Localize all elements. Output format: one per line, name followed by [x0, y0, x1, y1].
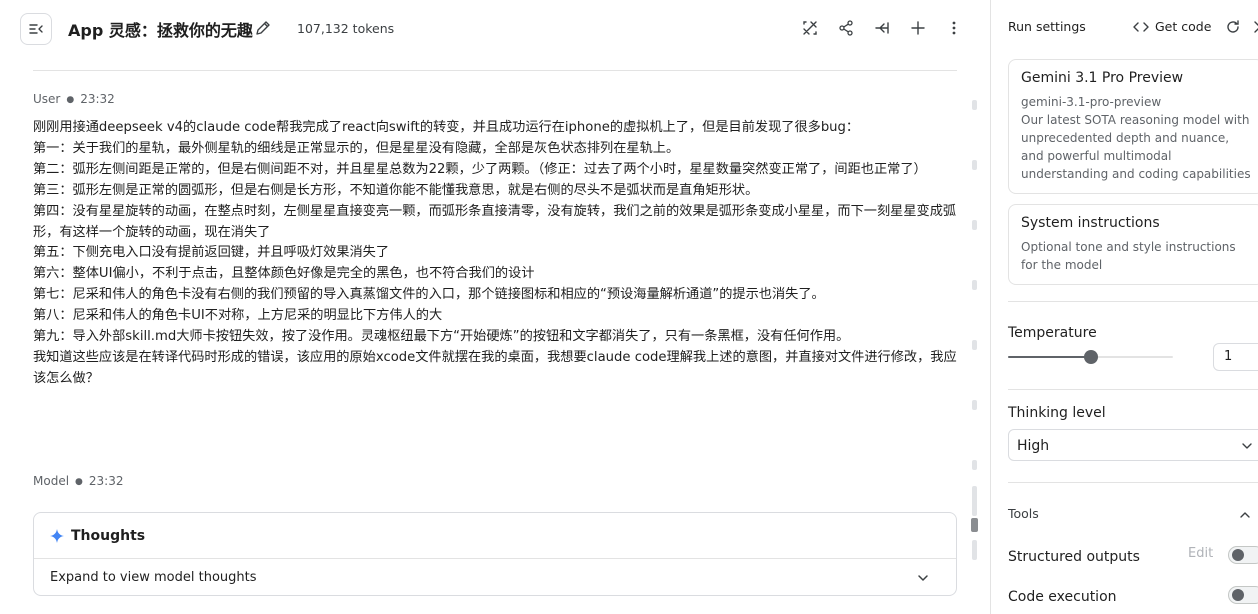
message-line: 第一：关于我们的星轨，最外侧星轨的细线是正常显示的，但是星星没有隐藏，全部是灰色… [33, 140, 680, 156]
message-line: 第六：整体UI偏小，不利于点击，且整体颜色好像是完全的黑色，也不符合我们的设计 [33, 266, 535, 282]
expand-thoughts-button[interactable]: Expand to view model thoughts [34, 559, 956, 596]
system-instructions-card[interactable]: System instructions Optional tone and st… [1008, 204, 1258, 285]
nav-marker[interactable] [972, 486, 977, 516]
model-message-meta: Model ● 23:32 [33, 474, 123, 488]
model-description: Our latest SOTA reasoning model with unp… [1021, 113, 1251, 181]
divider [1008, 389, 1258, 390]
divider [1008, 301, 1258, 302]
message-line: 第三：弧形左侧是正常的圆弧形，但是右侧是长方形，不知道你能不能懂我意思，就是右侧… [33, 182, 759, 198]
code-execution-label: Code execution [1008, 589, 1117, 605]
code-icon [1133, 21, 1149, 32]
nav-marker[interactable] [972, 100, 977, 110]
page-title: App 灵感：拯救你的无趣 [68, 21, 253, 40]
message-time: 23:32 [80, 92, 115, 106]
divider [1008, 482, 1258, 483]
token-count: 107,132 tokens [297, 21, 395, 36]
system-instructions-placeholder: Optional tone and style instructions for… [1021, 240, 1236, 272]
thinking-level-label: Thinking level [1008, 405, 1106, 421]
message-line: 我知道这些应该是在转译代码时形成的错误，该应用的原始xcode文件就摆在我的桌面… [33, 349, 957, 386]
chevron-down-icon [1242, 443, 1252, 449]
structured-outputs-toggle[interactable] [1228, 546, 1258, 564]
chat-area: User ● 23:32 刚刚用接通deepseek v4的claude code帮… [0, 60, 975, 614]
share-icon[interactable] [837, 19, 855, 37]
thinking-level-value: High [1017, 438, 1050, 454]
message-line: 第二：弧形左侧间距是正常的，但是右侧间距不对，并且星星总数为22颗，少了两颗。（… [33, 161, 927, 177]
temperature-slider-handle[interactable] [1084, 350, 1098, 364]
temperature-slider[interactable] [1008, 350, 1173, 364]
nav-current-marker[interactable] [971, 518, 978, 532]
nav-marker[interactable] [972, 540, 977, 560]
expand-thoughts-label: Expand to view model thoughts [50, 570, 257, 585]
message-line: 第七：尼采和伟人的角色卡没有右侧的我们预留的导入真蒸馏文件的入口，那个链接图标和… [33, 287, 825, 303]
edit-title-icon[interactable] [254, 19, 272, 37]
more-options-icon[interactable] [945, 19, 963, 37]
structured-outputs-edit-link[interactable]: Edit [1188, 546, 1213, 561]
message-line: 刚刚用接通deepseek v4的claude code帮我完成了react向s… [33, 120, 860, 135]
thinking-level-select[interactable]: High [1008, 429, 1258, 461]
message-line: 第八：尼采和伟人的角色卡UI不对称，上方尼采的明显比下方伟人的大 [33, 308, 443, 324]
model-selector[interactable]: Gemini 3.1 Pro Preview gemini-3.1-pro-pr… [1008, 59, 1258, 194]
chat-navigator[interactable] [971, 40, 978, 560]
message-line: 第四：没有星星旋转的动画，在整点时刻，左侧星星直接变亮一颗，而弧形条直接清零，没… [33, 203, 957, 240]
user-message-body: 刚刚用接通deepseek v4的claude code帮我完成了react向s… [33, 118, 961, 390]
temperature-slider-fill [1008, 356, 1091, 358]
panel-header: Run settings Get code [991, 0, 1258, 54]
separator-dot: ● [75, 477, 83, 487]
toggle-knob [1232, 589, 1244, 601]
divider [33, 70, 957, 71]
thoughts-title: Thoughts [71, 527, 146, 544]
system-instructions-title: System instructions [1021, 215, 1160, 231]
nav-marker[interactable] [972, 460, 977, 470]
code-execution-toggle[interactable] [1228, 586, 1258, 604]
message-time: 23:32 [88, 474, 124, 488]
structured-outputs-label: Structured outputs [1008, 549, 1140, 565]
user-message-meta: User ● 23:32 [33, 92, 115, 106]
temperature-input[interactable]: 1 [1213, 343, 1258, 371]
add-icon[interactable] [909, 19, 927, 37]
get-code-button[interactable]: Get code [1133, 19, 1211, 34]
temperature-label: Temperature [1008, 325, 1097, 341]
nav-marker[interactable] [972, 400, 977, 410]
nav-marker[interactable] [972, 340, 977, 350]
close-icon[interactable] [1253, 20, 1258, 34]
nav-marker[interactable] [972, 160, 977, 170]
chevron-up-icon[interactable] [1239, 509, 1251, 521]
separator-dot: ● [66, 95, 75, 105]
sparkle-icon [50, 528, 64, 543]
message-role: Model [33, 474, 70, 488]
run-settings-panel: Run settings Get code Gemini 3.1 Pro Pre… [990, 0, 1258, 614]
branch-icon[interactable] [873, 19, 891, 37]
message-role: User [33, 92, 61, 106]
compare-icon[interactable] [801, 19, 819, 37]
nav-marker[interactable] [972, 280, 977, 290]
reset-icon[interactable] [1225, 19, 1241, 35]
toggle-knob [1232, 549, 1244, 561]
panel-title: Run settings [1008, 19, 1086, 34]
model-name: Gemini 3.1 Pro Preview [1021, 70, 1184, 86]
model-id: gemini-3.1-pro-preview [1021, 95, 1162, 109]
nav-marker[interactable] [972, 220, 977, 230]
message-line: 第九：导入外部skill.md大师卡按钮失效，按了没作用。灵魂枢纽最下方“开始硬… [33, 329, 850, 345]
chevron-down-icon [918, 575, 928, 581]
thoughts-panel: Thoughts Expand to view model thoughts [33, 512, 957, 596]
get-code-label: Get code [1155, 19, 1212, 34]
message-line: 第五：下侧充电入口没有提前返回键，并且呼吸灯效果消失了 [33, 245, 390, 261]
toggle-sidebar-button[interactable] [20, 13, 52, 45]
thoughts-header: Thoughts [34, 513, 956, 559]
tools-section-label[interactable]: Tools [1008, 506, 1039, 521]
top-bar: App 灵感：拯救你的无趣 107,132 tokens [0, 0, 990, 60]
menu-collapse-icon [29, 24, 43, 34]
